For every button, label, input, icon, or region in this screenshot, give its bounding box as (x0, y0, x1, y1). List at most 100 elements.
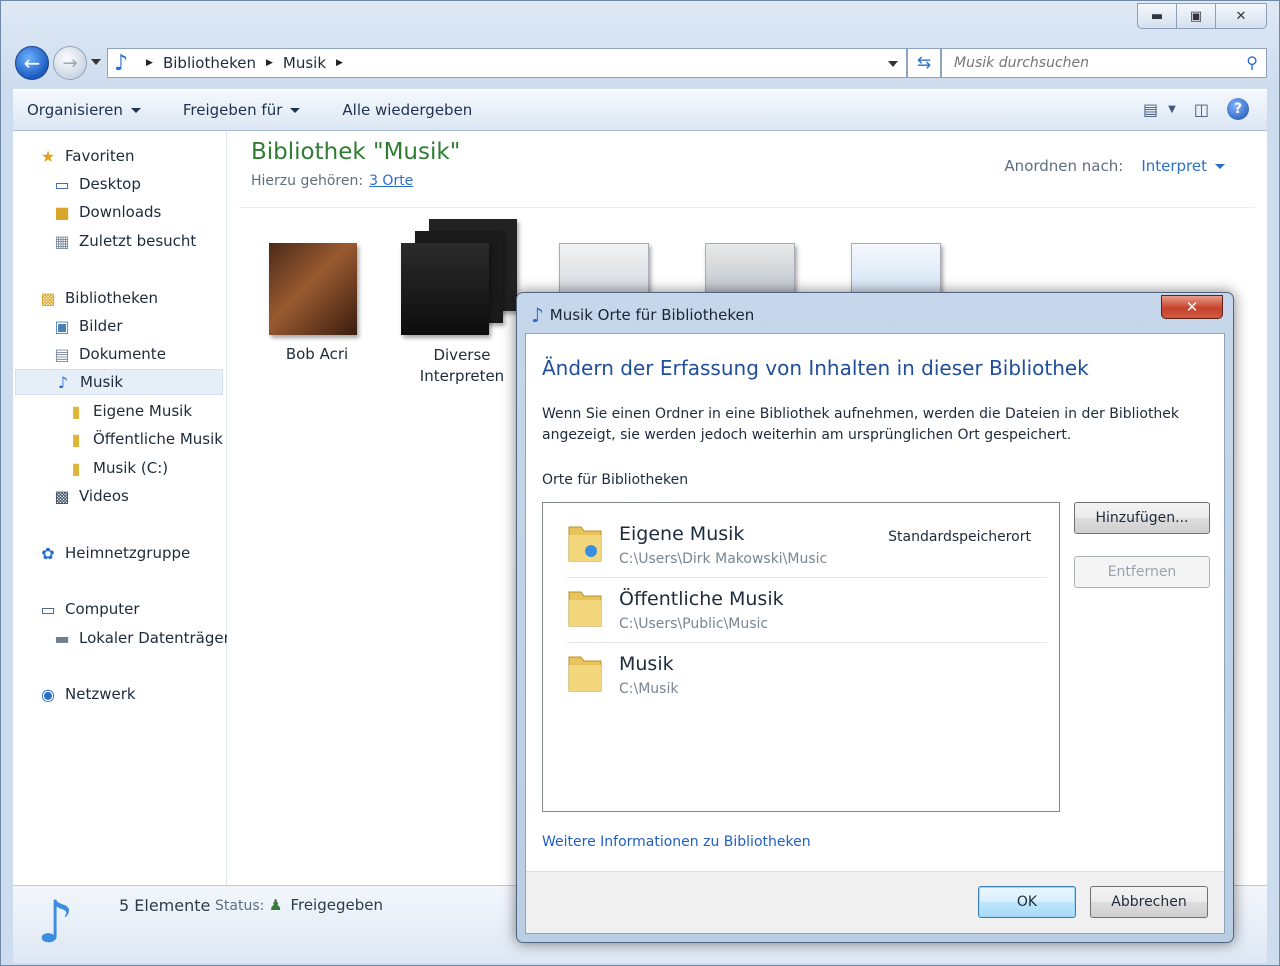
dialog-body: Ändern der Erfassung von Inhalten in die… (525, 333, 1225, 934)
film-icon: ▩ (54, 486, 70, 506)
sidebar-item-desktop[interactable]: ▭ Desktop (51, 171, 140, 197)
hard-drive-icon: ▬ (54, 628, 70, 648)
default-location-badge: Standardspeicherort (888, 529, 1031, 545)
sidebar-item-my-music[interactable]: ▮ Eigene Musik (65, 398, 192, 424)
address-bar[interactable]: ♪ ▶ Bibliotheken ▶ Musik ▶ (107, 48, 907, 78)
list-item[interactable]: Musik C:\Musik (555, 643, 1047, 707)
arrange-by: Anordnen nach: Interpret (1004, 157, 1225, 175)
downloads-folder-icon: ■ (54, 202, 70, 222)
list-item[interactable]: Eigene Musik C:\Users\Dirk Makowski\Musi… (555, 513, 1047, 577)
back-button[interactable]: ← (15, 46, 49, 80)
address-history-dropdown[interactable] (888, 61, 898, 67)
music-note-icon: ♪ (114, 50, 129, 76)
sidebar-item-computer[interactable]: ▭ Computer (37, 596, 139, 622)
arrow-right-icon: → (62, 52, 78, 74)
refresh-button[interactable]: ⇆ (907, 48, 941, 78)
change-view-icon[interactable]: ▤ (1143, 100, 1158, 119)
organize-menu[interactable]: Organisieren (27, 101, 141, 119)
breadcrumb-separator-icon[interactable]: ▶ (336, 58, 343, 68)
view-options-dropdown-icon[interactable]: ▼ (1168, 104, 1176, 115)
dialog-close-button[interactable]: ✕ (1161, 295, 1223, 319)
recent-pages-dropdown[interactable] (91, 59, 101, 65)
remove-location-button[interactable]: Entfernen (1074, 556, 1210, 588)
search-icon[interactable]: ⚲ (1246, 53, 1258, 72)
add-location-button[interactable]: Hinzufügen... (1074, 502, 1210, 534)
more-info-link[interactable]: Weitere Informationen zu Bibliotheken (542, 834, 811, 850)
library-locations-dialog: ♪ Musik Orte für Bibliotheken ✕ Ändern d… (516, 292, 1234, 943)
dialog-heading: Ändern der Erfassung von Inhalten in die… (542, 356, 1089, 380)
share-with-menu[interactable]: Freigeben für (183, 101, 301, 119)
search-input[interactable] (952, 54, 1232, 72)
recent-places-icon: ▦ (54, 231, 70, 251)
folder-icon (568, 591, 602, 627)
sidebar-item-homegroup[interactable]: ✿ Heimnetzgruppe (37, 540, 190, 566)
sidebar-item-music[interactable]: ♪ Musik (15, 369, 223, 395)
library-title: Bibliothek "Musik" (251, 139, 461, 165)
sidebar-item-local-disk[interactable]: ▬ Lokaler Datenträger (51, 625, 229, 651)
close-button[interactable]: ✕ (1215, 3, 1267, 29)
help-icon[interactable]: ? (1227, 98, 1249, 120)
breadcrumb-separator-icon[interactable]: ▶ (146, 58, 153, 68)
desktop-icon: ▭ (54, 174, 70, 194)
breadcrumb-musik[interactable]: Musik ▶ (283, 54, 353, 72)
item-count: 5 Elemente (119, 896, 211, 915)
computer-icon: ▭ (40, 599, 56, 619)
preview-pane-icon[interactable]: ◫ (1194, 100, 1209, 119)
divider (239, 207, 1255, 208)
chevron-down-icon (290, 107, 301, 113)
breadcrumb-bibliotheken[interactable]: Bibliotheken ▶ (163, 54, 283, 72)
chevron-down-icon (1215, 163, 1225, 169)
navigation-pane: ★ Favoriten ▭ Desktop ■ Downloads ▦ Zuletzt … (13, 131, 230, 885)
chevron-down-icon (130, 107, 141, 113)
library-locations-link[interactable]: 3 Orte (369, 173, 413, 189)
folder-icon: ▮ (71, 458, 81, 478)
dialog-description: Wenn Sie einen Ordner in eine Bibliothek… (542, 406, 1180, 443)
ok-button[interactable]: OK (978, 886, 1076, 918)
sidebar-item-videos[interactable]: ▩ Videos (51, 483, 128, 509)
sidebar-item-music-c[interactable]: ▮ Musik (C:) (65, 455, 169, 481)
dialog-titlebar: ♪ Musik Orte für Bibliotheken (531, 303, 755, 327)
arrow-left-icon: ← (23, 51, 41, 75)
libraries-icon: ▩ (40, 288, 56, 308)
sidebar-item-network[interactable]: ◉ Netzwerk (37, 681, 136, 707)
folder-icon: ▮ (71, 429, 81, 449)
album-cover (269, 243, 357, 335)
search-box[interactable]: ⚲ (941, 48, 1267, 78)
folder-icon (568, 656, 602, 692)
star-icon: ★ (40, 146, 56, 166)
sidebar-item-pictures[interactable]: ▣ Bilder (51, 313, 122, 339)
locations-label: Orte für Bibliotheken (542, 472, 689, 488)
shared-users-icon: ♟ (269, 896, 283, 914)
arrange-by-dropdown[interactable]: Interpret (1141, 157, 1225, 175)
locations-list[interactable]: Eigene Musik C:\Users\Dirk Makowski\Musi… (542, 502, 1060, 812)
caption-buttons: ▬ ▣ ✕ (1137, 3, 1267, 29)
artist-tile-diverse-interpreten[interactable]: Diverse Interpreten (399, 219, 525, 389)
sidebar-item-documents[interactable]: ▤ Dokumente (51, 341, 165, 367)
forward-button[interactable]: → (53, 46, 87, 80)
play-all-button[interactable]: Alle wiedergeben (342, 101, 472, 119)
music-folder-icon (568, 526, 602, 562)
homegroup-icon: ✿ (41, 543, 55, 563)
sidebar-item-favorites[interactable]: ★ Favoriten (37, 143, 135, 169)
dialog-footer: OK Abbrechen (526, 871, 1224, 933)
sidebar-item-downloads[interactable]: ■ Downloads (51, 199, 161, 225)
maximize-button[interactable]: ▣ (1176, 3, 1216, 29)
music-note-icon: ♪ (57, 372, 69, 392)
pictures-icon: ▣ (54, 316, 70, 336)
music-library-icon: ♪ (37, 888, 75, 956)
sidebar-item-recent[interactable]: ▦ Zuletzt besucht (51, 228, 196, 254)
cancel-button[interactable]: Abbrechen (1090, 886, 1208, 918)
close-icon: ✕ (1185, 298, 1199, 316)
documents-icon: ▤ (54, 344, 70, 364)
refresh-icon: ⇆ (916, 53, 932, 73)
command-bar: Organisieren Freigeben für Alle wiederge… (13, 89, 1267, 131)
folder-icon: ▮ (71, 401, 81, 421)
sidebar-item-public-music[interactable]: ▮ Öffentliche Musik (65, 426, 223, 452)
artist-tile-bob-acri[interactable]: Bob Acri (267, 243, 367, 383)
list-item[interactable]: Öffentliche Musik C:\Users\Public\Music (555, 578, 1047, 642)
library-includes: Hierzu gehören: 3 Orte (251, 173, 414, 189)
minimize-button[interactable]: ▬ (1137, 3, 1177, 29)
sidebar-item-libraries[interactable]: ▩ Bibliotheken (37, 285, 158, 311)
status-value: ♟ Freigegeben (269, 896, 383, 914)
breadcrumb-separator-icon[interactable]: ▶ (266, 58, 273, 68)
